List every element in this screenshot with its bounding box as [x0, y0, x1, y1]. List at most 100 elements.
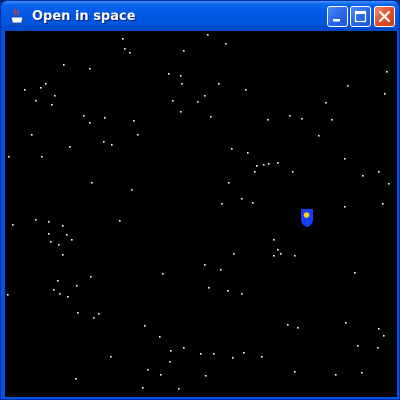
star [362, 175, 364, 177]
star [58, 244, 60, 246]
star [183, 50, 185, 52]
star [111, 144, 113, 146]
star [268, 163, 270, 165]
star [388, 183, 390, 185]
star [77, 312, 79, 314]
starfield [5, 31, 397, 397]
star [377, 347, 379, 349]
star [142, 387, 144, 389]
java-coffee-cup-icon[interactable] [9, 8, 27, 26]
star [62, 225, 64, 227]
star [233, 253, 235, 255]
star [263, 164, 265, 166]
star [104, 117, 106, 119]
star [297, 327, 299, 329]
star [204, 264, 206, 266]
app-window: Open in space [0, 0, 400, 400]
star [144, 325, 146, 327]
star [227, 290, 229, 292]
star [204, 95, 206, 97]
star [90, 276, 92, 278]
star [273, 255, 275, 257]
star [208, 287, 210, 289]
star [228, 182, 230, 184]
star [48, 233, 50, 235]
star [7, 294, 9, 296]
minimize-icon [333, 19, 340, 22]
star [345, 322, 347, 324]
star [180, 75, 182, 77]
star [382, 203, 384, 205]
star [48, 221, 50, 223]
star [294, 255, 296, 257]
star [357, 345, 359, 347]
star [93, 317, 95, 319]
star [51, 104, 53, 106]
star [200, 353, 202, 355]
star [183, 347, 185, 349]
star [197, 101, 199, 103]
star [63, 64, 65, 66]
maximize-button[interactable] [350, 6, 371, 27]
star [344, 206, 346, 208]
star [256, 165, 258, 167]
star [252, 202, 254, 204]
star [347, 85, 349, 87]
star [131, 189, 133, 191]
star [267, 119, 269, 121]
star [232, 357, 234, 359]
star [66, 234, 68, 236]
spaceship-light [303, 212, 310, 218]
star [220, 269, 222, 271]
star [35, 100, 37, 102]
star [178, 388, 180, 390]
star [289, 115, 291, 117]
star [53, 289, 55, 291]
space-canvas[interactable] [5, 31, 397, 397]
star [383, 335, 385, 337]
star [231, 148, 233, 150]
star [147, 369, 149, 371]
star [50, 241, 52, 243]
star [103, 141, 105, 143]
star [378, 171, 380, 173]
star [124, 48, 126, 50]
star [76, 285, 78, 287]
star [273, 239, 275, 241]
star [384, 93, 386, 95]
star [69, 146, 71, 148]
spaceship[interactable] [301, 209, 313, 227]
star [335, 374, 337, 376]
star [325, 102, 327, 104]
star [181, 83, 183, 85]
star [294, 371, 296, 373]
star [110, 356, 112, 358]
star [54, 95, 56, 97]
star [241, 198, 243, 200]
star [75, 378, 77, 380]
star [301, 118, 303, 120]
star [40, 87, 42, 89]
star [137, 134, 139, 136]
star [180, 111, 182, 113]
star [318, 135, 320, 137]
title-bar[interactable]: Open in space [1, 1, 399, 31]
star [241, 293, 243, 295]
star [170, 350, 172, 352]
star [71, 239, 73, 241]
star [168, 73, 170, 75]
star [277, 162, 279, 164]
close-button[interactable] [374, 6, 395, 27]
star [133, 120, 135, 122]
star [361, 372, 363, 374]
star [83, 115, 85, 117]
spaceship-hull [301, 209, 313, 227]
star [129, 52, 131, 54]
star [89, 122, 91, 124]
minimize-button[interactable] [327, 6, 348, 27]
star [218, 83, 220, 85]
star [91, 182, 93, 184]
star [162, 273, 164, 275]
star [67, 296, 69, 298]
star [62, 254, 64, 256]
